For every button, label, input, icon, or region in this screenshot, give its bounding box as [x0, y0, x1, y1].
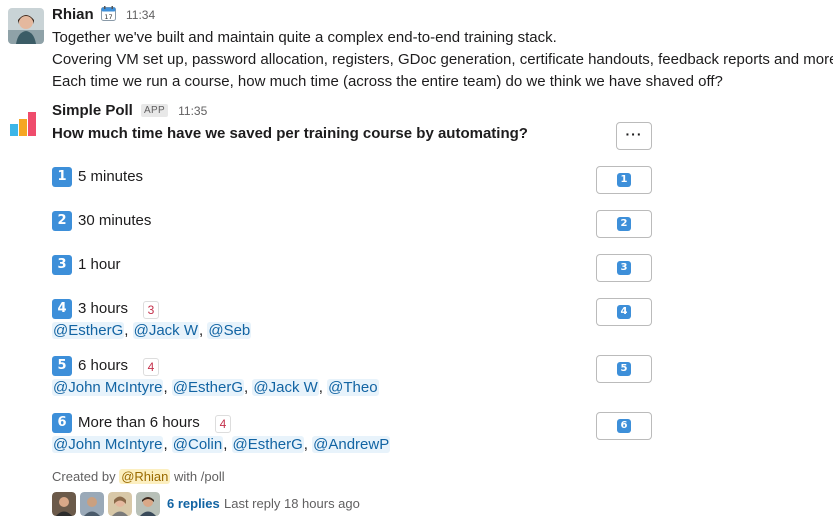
keycap-2-icon: 2 — [52, 211, 72, 231]
user-mention[interactable]: @Jack W — [252, 379, 319, 396]
keycap-5-icon: 5 — [617, 362, 631, 376]
vote-count-badge: 3 — [143, 301, 159, 319]
keycap-4-icon: 4 — [617, 305, 631, 319]
keycap-1-icon: 1 — [52, 167, 72, 187]
message-time[interactable]: 11:35 — [178, 104, 207, 118]
message-author[interactable]: Simple Poll — [52, 102, 133, 119]
simple-poll-logo[interactable] — [8, 102, 44, 138]
separator: , — [318, 379, 328, 396]
user-mention[interactable]: @John McIntyre — [52, 436, 164, 453]
separator: , — [163, 379, 172, 396]
vote-count-badge: 4 — [143, 358, 159, 376]
vote-option-1-button[interactable]: 1 — [596, 166, 652, 194]
vote-option-5-button[interactable]: 5 — [596, 355, 652, 383]
message-line-3: Each time we run a course, how much time… — [52, 73, 723, 90]
app-badge: APP — [141, 104, 168, 117]
user-mention[interactable]: @AndrewP — [312, 436, 391, 453]
separator: , — [303, 436, 313, 453]
poll-option-label: 6 hours — [78, 357, 129, 374]
keycap-2-icon: 2 — [617, 217, 631, 231]
vote-option-3-button[interactable]: 3 — [596, 254, 652, 282]
voter-list: @John McIntyre, @Colin, @EstherG, @Andre… — [52, 436, 391, 453]
poll-option-label: 30 minutes — [78, 212, 152, 229]
reply-avatar — [80, 492, 104, 516]
svg-text:17: 17 — [104, 13, 112, 21]
poll-option-label: 5 minutes — [78, 168, 144, 185]
vote-count-badge: 4 — [215, 415, 231, 433]
keycap-3-icon: 3 — [617, 261, 631, 275]
poll-option-label: More than 6 hours — [78, 414, 200, 431]
vote-option-6-button[interactable]: 6 — [596, 412, 652, 440]
reply-avatar — [136, 492, 160, 516]
user-mention[interactable]: @Colin — [171, 436, 224, 453]
user-mention[interactable]: @Seb — [207, 322, 252, 339]
more-actions-button[interactable]: ··· — [616, 122, 652, 150]
message-author[interactable]: Rhian — [52, 6, 94, 23]
keycap-5-icon: 5 — [52, 356, 72, 376]
keycap-4-icon: 4 — [52, 299, 72, 319]
user-mention[interactable]: @EstherG — [231, 436, 304, 453]
poll-option-label: 1 hour — [78, 256, 121, 273]
message-time[interactable]: 11:34 — [126, 8, 155, 22]
user-mention[interactable]: @EstherG — [52, 322, 125, 339]
poll-question: How much time have we saved per training… — [52, 125, 528, 142]
calendar-icon: 17 — [100, 6, 116, 25]
reply-avatar — [52, 492, 76, 516]
replies-link[interactable]: 6 replies — [167, 496, 220, 511]
keycap-1-icon: 1 — [617, 173, 631, 187]
user-mention[interactable]: @John McIntyre — [52, 379, 164, 396]
vote-option-4-button[interactable]: 4 — [596, 298, 652, 326]
user-mention[interactable]: @EstherG — [171, 379, 245, 396]
keycap-6-icon: 6 — [52, 413, 72, 433]
keycap-3-icon: 3 — [52, 255, 72, 275]
message-line-1: Together we've built and maintain quite … — [52, 29, 557, 46]
rhian-avatar[interactable] — [8, 8, 44, 44]
reply-avatar — [108, 492, 132, 516]
creator-mention[interactable]: @Rhian — [119, 469, 171, 484]
vote-option-2-button[interactable]: 2 — [596, 210, 652, 238]
poll-option-label: 3 hours — [78, 300, 129, 317]
voter-list: @EstherG, @Jack W, @Seb — [52, 322, 252, 339]
created-by-label: Created by — [52, 469, 116, 484]
keycap-6-icon: 6 — [617, 419, 631, 433]
message-line-2: Covering VM set up, password allocation,… — [52, 51, 833, 68]
voter-list: @John McIntyre, @EstherG, @Jack W, @Theo — [52, 379, 379, 396]
user-mention[interactable]: @Theo — [327, 379, 379, 396]
separator: , — [163, 436, 172, 453]
separator: , — [223, 436, 232, 453]
separator: , — [124, 322, 133, 339]
last-reply-text: Last reply 18 hours ago — [224, 496, 360, 511]
user-mention[interactable]: @Jack W — [132, 322, 199, 339]
created-with-label: with /poll — [174, 469, 225, 484]
